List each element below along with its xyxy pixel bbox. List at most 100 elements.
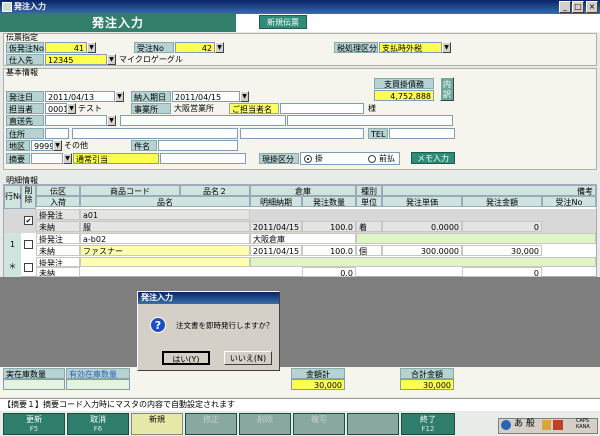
subject-field[interactable] xyxy=(158,140,238,151)
row-a-delete-checkbox[interactable]: ✔ xyxy=(24,216,33,225)
minimize-button[interactable]: _ xyxy=(559,1,571,13)
direct-dropdown-icon[interactable]: ▼ xyxy=(107,115,116,126)
col-unit: 単位 xyxy=(356,196,382,207)
summary-dropdown-icon[interactable]: ▼ xyxy=(63,153,72,164)
fkey-edit-button[interactable]: 修正 xyxy=(185,413,237,435)
order-no-field[interactable]: 41 xyxy=(45,42,87,53)
contact-field[interactable] xyxy=(280,103,364,114)
col-amount: 発注金額 xyxy=(462,196,542,207)
row-a-price[interactable]: 0.0000 xyxy=(382,221,462,232)
row-1-qty[interactable]: 100.0 xyxy=(302,245,356,256)
confirm-dialog: 発注入力 ? 注文書を即時発行しますか？ はい(Y) いいえ(N) xyxy=(137,291,280,371)
payable-detail-button[interactable]: 内訳 xyxy=(440,77,454,101)
cash-radio-credit-label: 掛 xyxy=(315,154,323,163)
order-date-dropdown-icon[interactable]: ▼ xyxy=(115,91,124,102)
area-label: 地区 xyxy=(6,140,30,151)
fkey-cancel-button[interactable]: 取消 F6 xyxy=(67,413,129,435)
col-product-code: 商品コード xyxy=(80,185,180,196)
row-1-delete-checkbox[interactable] xyxy=(24,240,33,249)
contact-label: ご担当者名 xyxy=(229,103,279,114)
recv-no-dropdown-icon[interactable]: ▼ xyxy=(215,42,224,53)
address1-field[interactable] xyxy=(72,128,238,139)
row-new-delete-checkbox[interactable] xyxy=(24,263,33,272)
supplier-code-field[interactable]: 12345 xyxy=(45,54,107,65)
order-date-field[interactable]: 2011/04/13 xyxy=(45,91,115,102)
row-new-qty[interactable]: 0.0 xyxy=(302,267,356,277)
dialog-no-button[interactable]: いいえ(N) xyxy=(224,351,272,365)
row-1-code[interactable]: a-b02 xyxy=(80,233,250,244)
row-a-name[interactable]: 服 xyxy=(80,221,250,232)
row-1-warehouse[interactable]: 大阪倉庫 xyxy=(250,233,356,244)
supplier-name: マイクロゲーグル xyxy=(119,55,183,64)
row-new-marker: ＊ xyxy=(4,257,21,277)
office-label: 事業所 xyxy=(131,103,171,114)
area-code-field[interactable]: 9999 xyxy=(31,140,53,151)
row-new-code[interactable] xyxy=(80,257,250,267)
status-bar: 【摘要１】摘要コード入力時にマスタの内容で自動設定されます xyxy=(0,398,600,411)
close-button[interactable]: × xyxy=(586,1,598,13)
ime-tool-icon[interactable] xyxy=(542,420,551,430)
delivery-dropdown-icon[interactable]: ▼ xyxy=(240,91,249,102)
staff-dropdown-icon[interactable]: ▼ xyxy=(67,103,76,114)
area-name: その他 xyxy=(64,141,88,150)
row-new-remark[interactable] xyxy=(250,257,596,267)
row-new-type: 掛発注 xyxy=(36,257,80,267)
direct-name2-field[interactable] xyxy=(287,115,453,126)
fkey-update-button[interactable]: 更新 F5 xyxy=(3,413,65,435)
stock-field xyxy=(3,379,65,390)
cash-radio-prepay[interactable] xyxy=(368,155,376,163)
fkey-blank-button[interactable] xyxy=(347,413,399,435)
recv-no-field[interactable]: 42 xyxy=(175,42,215,53)
row-1-no: 1 xyxy=(4,233,21,257)
fkey-new-button[interactable]: 新規 xyxy=(131,413,183,435)
fkey-delete-button[interactable]: 削除 xyxy=(239,413,291,435)
order-no-dropdown-icon[interactable]: ▼ xyxy=(87,42,96,53)
office-value: 大阪営業所 xyxy=(174,104,214,113)
direct-field[interactable] xyxy=(45,115,107,126)
new-slip-button[interactable]: 新規伝票 xyxy=(259,15,307,29)
address-label: 住所 xyxy=(6,128,44,139)
row-1-remark[interactable] xyxy=(356,233,596,244)
col-qty: 発注数量 xyxy=(302,196,356,207)
delivery-field[interactable]: 2011/04/15 xyxy=(172,91,240,102)
tax-field[interactable]: 支払時外税 xyxy=(379,42,442,53)
staff-code-field[interactable]: 0001 xyxy=(45,103,67,114)
area-dropdown-icon[interactable]: ▼ xyxy=(53,140,62,151)
ime-mode[interactable]: あ 般 xyxy=(514,420,535,429)
dialog-yes-button[interactable]: はい(Y) xyxy=(162,351,210,365)
row-a-due[interactable]: 2011/04/15 xyxy=(250,221,302,232)
row-1-due[interactable]: 2011/04/15 xyxy=(250,245,302,256)
detail-empty-area xyxy=(0,277,600,367)
dialog-message: 注文書を即時発行しますか？ xyxy=(176,321,274,330)
summary2-field[interactable] xyxy=(160,153,246,164)
question-icon: ? xyxy=(150,317,166,333)
row-1-receive: 未納 xyxy=(36,245,80,256)
cash-radio-prepay-label: 前払 xyxy=(379,154,395,163)
summary-field[interactable]: 通常引当 xyxy=(73,153,159,164)
row-1-name[interactable]: ファスナー xyxy=(80,245,250,256)
recv-no-label: 受注No xyxy=(134,42,174,53)
supplier-dropdown-icon[interactable]: ▼ xyxy=(107,54,116,65)
address2-field[interactable] xyxy=(240,128,364,139)
direct-name-field[interactable] xyxy=(120,115,286,126)
fkey-exit-button[interactable]: 終了 F12 xyxy=(401,413,455,435)
staff-name: テスト xyxy=(78,104,102,113)
cash-radio-credit[interactable] xyxy=(304,155,312,163)
fkey-copy-button[interactable]: 複写 xyxy=(293,413,345,435)
row-a-code[interactable]: a01 xyxy=(80,209,250,220)
row-1-unit: 個 xyxy=(356,245,382,256)
amount-field: 30,000 xyxy=(291,379,345,390)
zip-field[interactable] xyxy=(45,128,69,139)
ime-icon[interactable] xyxy=(501,420,511,430)
tel-label: TEL xyxy=(368,128,388,139)
tax-dropdown-icon[interactable]: ▼ xyxy=(442,42,451,53)
row-a-qty[interactable]: 100.0 xyxy=(302,221,356,232)
tel-field[interactable] xyxy=(389,128,455,139)
row-1-price[interactable]: 300.0000 xyxy=(382,245,462,256)
avail-stock-label: 有効在庫数量 xyxy=(66,368,130,379)
maximize-button[interactable]: □ xyxy=(572,1,584,13)
memo-button[interactable]: メモ入力 xyxy=(411,152,455,164)
summary-label: 摘要 xyxy=(6,153,30,164)
summary-code-field[interactable] xyxy=(31,153,63,164)
ime-help-icon[interactable] xyxy=(553,420,563,430)
